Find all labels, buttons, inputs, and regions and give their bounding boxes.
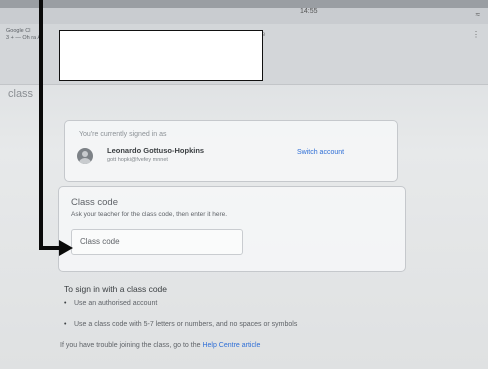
instruction-item: • Use a class code with 5-7 letters or nu… <box>64 321 297 328</box>
status-time: 14:55 <box>300 8 318 15</box>
avatar-head <box>82 151 88 157</box>
annotation-arrow-bend <box>39 246 61 250</box>
tab-title: Google Cl <box>6 28 31 34</box>
class-code-placeholder: Class code <box>80 237 120 246</box>
instruction-text: Use an authorised account <box>74 300 158 307</box>
switch-account-button[interactable]: Switch account <box>297 149 344 156</box>
page-title: class <box>8 88 34 100</box>
redaction-box <box>59 30 263 81</box>
instruction-item: • Use an authorised account <box>64 300 157 307</box>
menu-icon[interactable]: ⋮ <box>472 30 480 39</box>
help-prefix: If you have trouble joining the class, g… <box>60 342 203 349</box>
bullet-icon: • <box>64 300 67 307</box>
class-code-card: Class code Ask your teacher for the clas… <box>58 186 406 272</box>
account-card: You're currently signed in as Leonardo G… <box>64 120 398 182</box>
wifi-icon: ≈ <box>475 10 480 19</box>
avatar <box>77 148 93 164</box>
class-code-description: Ask your teacher for the class code, the… <box>71 211 228 218</box>
user-email: gott hopki@fvefey mnnet <box>107 157 168 163</box>
signed-in-label: You're currently signed in as <box>79 131 167 138</box>
annotation-arrow-head-icon <box>59 240 73 256</box>
help-centre-link[interactable]: Help Centre article <box>202 342 260 349</box>
browser-tab[interactable]: Google Cl 3 + — Oh ra A <box>6 28 41 42</box>
annotation-arrow-shaft <box>39 0 43 250</box>
class-code-title: Class code <box>71 197 118 208</box>
instruction-text: Use a class code with 5-7 letters or num… <box>74 321 298 328</box>
tab-meta: 3 + — Oh ra A <box>6 35 42 41</box>
status-bar: 14:55 ≈ <box>0 8 488 24</box>
instructions-title: To sign in with a class code <box>64 284 167 294</box>
user-name: Leonardo Gottuso-Hopkins <box>107 146 205 155</box>
class-code-input[interactable]: Class code <box>71 229 243 255</box>
avatar-body <box>79 158 91 164</box>
bullet-icon: • <box>64 321 67 328</box>
help-text: If you have trouble joining the class, g… <box>60 342 260 349</box>
